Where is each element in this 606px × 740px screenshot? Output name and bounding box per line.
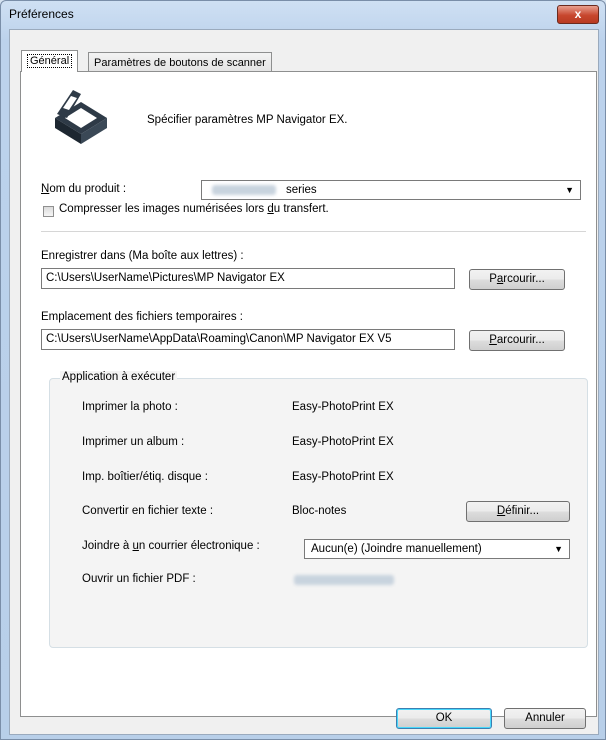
print-album-value: Easy-PhotoPrint EX — [292, 436, 394, 448]
chevron-down-icon: ▼ — [554, 544, 563, 554]
disc-label-value: Easy-PhotoPrint EX — [292, 471, 394, 483]
product-dropdown[interactable]: series ▼ — [201, 180, 581, 200]
preferences-window: Préférences x Général Paramètres de bout… — [0, 0, 606, 740]
product-value: series — [286, 184, 317, 196]
save-to-input[interactable]: C:\Users\UserName\Pictures\MP Navigator … — [41, 268, 455, 289]
open-pdf-label: Ouvrir un fichier PDF : — [82, 573, 196, 585]
save-to-browse-button[interactable]: Parcourir... — [469, 269, 565, 290]
tab-general-label: Général — [27, 54, 73, 68]
print-album-label: Imprimer un album : — [82, 436, 185, 448]
applications-group-title: Application à exécuter — [60, 371, 178, 383]
divider — [41, 231, 586, 233]
product-label: Nom du produit : — [41, 183, 127, 195]
general-panel: Spécifier paramètres MP Navigator EX. No… — [20, 71, 597, 717]
compress-label[interactable]: Compresser les images numérisées lors du… — [59, 203, 329, 215]
window-title: Préférences — [9, 7, 74, 21]
tab-scanner-buttons[interactable]: Paramètres de boutons de scanner — [88, 52, 272, 72]
close-button[interactable]: x — [557, 5, 599, 24]
ok-button[interactable]: OK — [396, 708, 492, 729]
temp-files-label: Emplacement des fichiers temporaires : — [41, 311, 243, 323]
dialog-client: Général Paramètres de boutons de scanner… — [9, 29, 599, 735]
close-icon: x — [574, 7, 582, 21]
convert-text-value: Bloc-notes — [292, 505, 347, 517]
scanner-icon — [55, 90, 107, 144]
header-text: Spécifier paramètres MP Navigator EX. — [147, 114, 348, 126]
print-photo-value: Easy-PhotoPrint EX — [292, 401, 394, 413]
disc-label-label: Imp. boîtier/étiq. disque : — [82, 471, 208, 483]
save-to-label: Enregistrer dans (Ma boîte aux lettres) … — [41, 250, 244, 262]
email-dropdown[interactable]: Aucun(e) (Joindre manuellement) ▼ — [304, 539, 570, 559]
redacted-pdf-app — [294, 575, 394, 585]
print-photo-label: Imprimer la photo : — [82, 401, 178, 413]
temp-files-input[interactable]: C:\Users\UserName\AppData\Roaming\Canon\… — [41, 329, 455, 350]
title-bar: Préférences x — [1, 1, 605, 27]
email-dropdown-value: Aucun(e) (Joindre manuellement) — [311, 543, 482, 555]
redacted-product-name — [212, 185, 276, 195]
cancel-button[interactable]: Annuler — [504, 708, 586, 729]
temp-files-browse-button[interactable]: Parcourir... — [469, 330, 565, 351]
applications-group: Application à exécuter Imprimer la photo… — [49, 371, 588, 648]
tab-scanner-buttons-label: Paramètres de boutons de scanner — [94, 57, 266, 69]
compress-checkbox[interactable] — [43, 206, 54, 217]
chevron-down-icon: ▼ — [565, 185, 574, 195]
email-label: Joindre à un courrier électronique : — [82, 540, 260, 552]
tab-general[interactable]: Général — [21, 50, 79, 72]
define-button[interactable]: Définir... — [466, 501, 570, 522]
convert-text-label: Convertir en fichier texte : — [82, 505, 214, 517]
